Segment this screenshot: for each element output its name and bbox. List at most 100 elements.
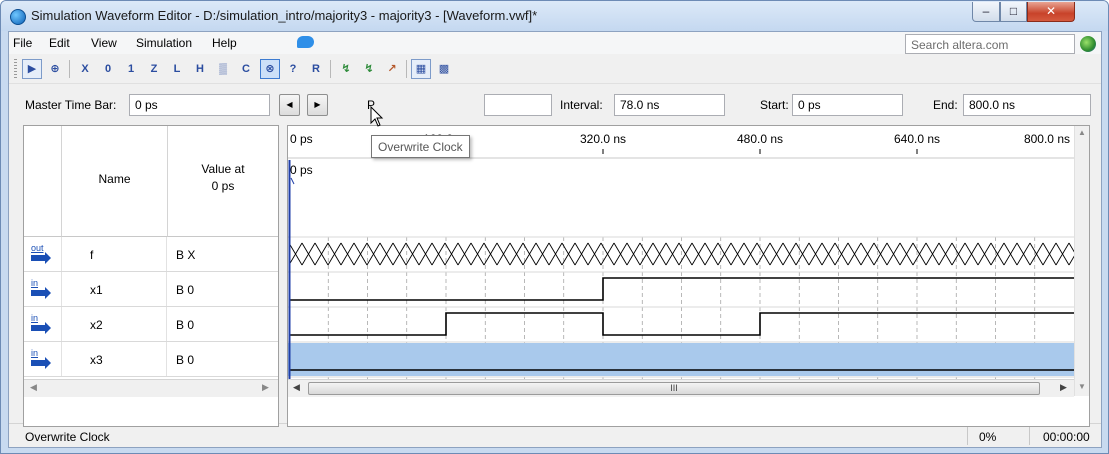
node-list-panel: Name Value at 0 ps out f B X in x1 B 0 i… xyxy=(23,125,279,427)
table-row[interactable]: out f B X xyxy=(24,237,278,272)
forcing-low-icon[interactable]: 0 xyxy=(98,59,118,79)
menu-view[interactable]: View xyxy=(91,36,117,50)
time-tick-label: 0 ps xyxy=(290,132,313,146)
maximize-button[interactable]: □ xyxy=(1000,2,1027,22)
status-elapsed-time: 00:00:00 xyxy=(1043,430,1090,444)
time-bar-row: Master Time Bar: 0 ps ◀ ▶ P Interval: 78… xyxy=(9,84,1101,124)
signal-value: B X xyxy=(176,248,196,262)
previous-transition-button[interactable]: ◀ xyxy=(279,94,300,116)
output-pin-icon: out xyxy=(24,237,62,271)
selection-tool-icon[interactable]: ▶ xyxy=(22,59,42,79)
selected-signal-highlight xyxy=(288,343,1074,376)
signal-value: B 0 xyxy=(176,318,195,332)
waveform-panel[interactable]: 0 ps160.0 ns320.0 ns480.0 ns640.0 ns800.… xyxy=(287,125,1090,427)
window-title: Simulation Waveform Editor - D:/simulati… xyxy=(31,8,538,23)
pin-arrow xyxy=(31,287,51,299)
grid-size-icon[interactable]: ▩ xyxy=(434,59,454,79)
time-tick-label: 320.0 ns xyxy=(580,132,626,146)
title-bar[interactable]: Simulation Waveform Editor - D:/simulati… xyxy=(1,1,1108,31)
scroll-right-icon[interactable]: ▶ xyxy=(262,382,269,393)
menu-bar: File Edit View Simulation Help Search al… xyxy=(9,32,1101,54)
scroll-down-icon[interactable]: ▼ xyxy=(1078,382,1086,391)
scroll-up-icon[interactable]: ▲ xyxy=(1078,128,1086,137)
overwrite-clock-icon[interactable]: ⊗ xyxy=(260,59,280,79)
scroll-right-icon[interactable]: ▶ xyxy=(1060,382,1067,393)
status-message: Overwrite Clock xyxy=(25,430,110,444)
waveform-canvas[interactable]: 0 ps160.0 ns320.0 ns480.0 ns640.0 ns800.… xyxy=(288,126,1083,379)
toolbar-separator xyxy=(330,60,331,78)
end-field[interactable]: 800.0 ns xyxy=(963,94,1091,116)
column-header-value[interactable]: Value at 0 ps xyxy=(168,126,278,237)
scroll-thumb[interactable]: III xyxy=(308,382,1040,395)
weak-high-icon[interactable]: H xyxy=(190,59,210,79)
pin-arrow xyxy=(31,322,51,334)
end-label: End: xyxy=(933,98,958,112)
table-row[interactable]: in x1 B 0 xyxy=(24,272,278,307)
high-impedance-icon[interactable]: Z xyxy=(144,59,164,79)
run-timing-simulation-icon[interactable]: ↯ xyxy=(359,59,379,79)
column-header-value-line2: 0 ps xyxy=(211,179,235,193)
menu-file[interactable]: File xyxy=(13,36,32,50)
tooltip: Overwrite Clock xyxy=(371,135,470,158)
time-tick-label: 480.0 ns xyxy=(737,132,783,146)
status-separator xyxy=(1029,427,1030,445)
table-row[interactable]: in x3 B 0 xyxy=(24,342,278,377)
master-time-bar-label: Master Time Bar: xyxy=(25,98,117,112)
column-header-value-line1: Value at xyxy=(201,162,245,176)
signal-name: x2 xyxy=(63,307,167,341)
weak-low-icon[interactable]: L xyxy=(167,59,187,79)
forcing-high-icon[interactable]: 1 xyxy=(121,59,141,79)
start-field[interactable]: 0 ps xyxy=(792,94,903,116)
menu-edit[interactable]: Edit xyxy=(49,36,70,50)
scroll-left-icon[interactable]: ◀ xyxy=(30,382,37,393)
menu-help[interactable]: Help xyxy=(212,36,237,50)
random-values-icon[interactable]: ? xyxy=(283,59,303,79)
chat-icon[interactable] xyxy=(297,36,314,48)
menu-simulation[interactable]: Simulation xyxy=(136,36,192,50)
interval-label: Interval: xyxy=(560,98,603,112)
close-button[interactable]: ✕ xyxy=(1027,2,1075,22)
interval-field[interactable]: 78.0 ns xyxy=(614,94,725,116)
invert-icon[interactable]: ▒ xyxy=(213,59,233,79)
pin-direction-label: out xyxy=(31,243,44,253)
table-row[interactable]: in x2 B 0 xyxy=(24,307,278,342)
signal-name: x1 xyxy=(63,272,167,306)
signal-name: x3 xyxy=(63,342,167,376)
snap-to-grid-icon[interactable]: ▦ xyxy=(411,59,431,79)
header-icon-column xyxy=(24,126,62,237)
globe-icon[interactable] xyxy=(1080,36,1096,52)
toolbar-grip[interactable] xyxy=(14,59,17,79)
scroll-left-icon[interactable]: ◀ xyxy=(293,382,300,393)
waveform-horizontal-scrollbar[interactable]: ◀ III ▶ xyxy=(288,379,1074,397)
time-bar-marker-label: 0 ps xyxy=(290,163,313,177)
next-transition-button[interactable]: ▶ xyxy=(307,94,328,116)
input-pin-icon: in xyxy=(24,342,62,376)
input-pin-icon: in xyxy=(24,307,62,341)
mouse-pointer-icon xyxy=(370,106,384,127)
forcing-unknown-icon[interactable]: X xyxy=(75,59,95,79)
toolbar-separator xyxy=(406,60,407,78)
zoom-tool-icon[interactable]: ⊕ xyxy=(45,59,65,79)
toolbar-separator xyxy=(69,60,70,78)
status-separator xyxy=(967,427,968,445)
toolbar: ▶ ⊕ X 0 1 Z L H ▒ C ⊗ ? R ↯ ↯ ↗ ▦ ▩ xyxy=(9,54,1101,84)
signal-value: B 0 xyxy=(176,353,195,367)
pin-direction-label: in xyxy=(31,313,39,323)
run-functional-simulation-icon[interactable]: ↯ xyxy=(336,59,356,79)
status-progress-percent: 0% xyxy=(979,430,997,444)
value-icon[interactable]: R xyxy=(306,59,326,79)
pin-arrow xyxy=(31,357,51,369)
pointer-field[interactable] xyxy=(484,94,552,116)
pin-direction-label: in xyxy=(31,348,39,358)
quartus-app-icon xyxy=(10,9,26,25)
column-header-name[interactable]: Name xyxy=(62,126,168,237)
search-input[interactable]: Search altera.com xyxy=(905,34,1075,54)
generate-netlist-icon[interactable]: ↗ xyxy=(382,59,402,79)
node-list-horizontal-scrollbar[interactable]: ◀ ▶ xyxy=(24,379,278,397)
minimize-button[interactable]: – xyxy=(972,2,1000,22)
waveform-vertical-scrollbar[interactable]: ▲ ▼ xyxy=(1074,126,1089,396)
signal-value: B 0 xyxy=(176,283,195,297)
master-time-bar-field[interactable]: 0 ps xyxy=(129,94,270,116)
signal-name: f xyxy=(63,237,167,271)
count-value-icon[interactable]: C xyxy=(236,59,256,79)
